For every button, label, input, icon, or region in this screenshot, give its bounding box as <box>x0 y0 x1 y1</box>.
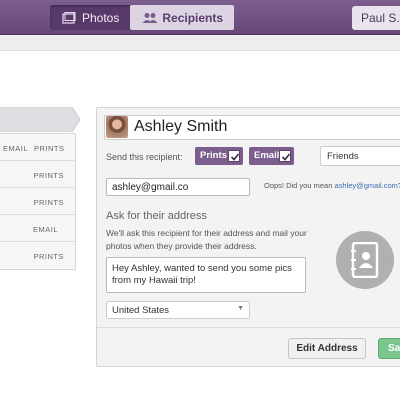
top-nav-bar: Photos Recipients Paul S. <box>0 0 400 35</box>
prints-checkbox[interactable] <box>228 150 240 162</box>
list-item-email: EMAIL <box>32 225 58 234</box>
prints-option-label: Prints <box>200 150 227 161</box>
list-item-prints: PRINTS <box>33 198 64 207</box>
list-item[interactable]: PRINTS <box>0 242 75 269</box>
tab-recipients[interactable]: Recipients <box>130 5 235 30</box>
save-button[interactable]: Save <box>378 338 400 359</box>
list-item-prints: PRINTS <box>34 144 65 153</box>
email-suggestion-text: Oops! Did you mean <box>264 181 335 190</box>
sub-toolbar <box>0 35 400 51</box>
list-item-prints: PRINTS <box>33 252 64 261</box>
email-option-label: Email <box>254 150 280 161</box>
ask-address-description: We'll ask this recipient for their addre… <box>106 228 307 251</box>
list-item[interactable]: PRINTS <box>0 188 75 215</box>
recipient-list: EMAIL PRINTS PRINTS PRINTS EMAIL PRINTS <box>0 133 76 270</box>
email-option[interactable]: Email <box>249 147 294 165</box>
nav-tab-group: Photos Recipients <box>50 5 235 30</box>
card-footer-divider <box>97 327 400 328</box>
recipients-icon <box>142 12 158 24</box>
photos-icon <box>62 11 76 24</box>
list-item[interactable]: EMAIL <box>0 215 75 242</box>
recipient-name: Ashley Smith <box>134 118 228 135</box>
tab-photos-label: Photos <box>82 10 120 25</box>
list-item-prints: PRINTS <box>33 171 64 180</box>
country-select[interactable]: United States ▼ <box>106 301 250 319</box>
email-suggestion: Oops! Did you mean ashley@gmail.com? <box>264 181 400 190</box>
prints-option[interactable]: Prints <box>195 147 243 165</box>
ask-address-heading: Ask for their address <box>106 210 207 222</box>
user-menu-button[interactable]: Paul S. <box>352 6 400 30</box>
address-book-icon <box>336 231 394 289</box>
email-field[interactable]: ashley@gmail.co <box>106 178 250 196</box>
message-textarea[interactable]: Hey Ashley, wanted to send you some pics… <box>106 257 306 293</box>
list-item[interactable]: EMAIL PRINTS <box>0 134 75 161</box>
email-checkbox[interactable] <box>279 150 291 162</box>
country-value: United States <box>112 305 170 316</box>
tab-recipients-label: Recipients <box>162 10 224 25</box>
email-suggestion-link[interactable]: ashley@gmail.com <box>334 181 397 190</box>
selected-list-header <box>0 107 80 132</box>
group-select[interactable]: Friends <box>320 146 400 166</box>
tab-photos[interactable]: Photos <box>50 5 130 30</box>
list-item-email: EMAIL <box>3 144 29 153</box>
edit-address-button[interactable]: Edit Address <box>288 338 366 359</box>
chevron-down-icon: ▼ <box>237 305 244 312</box>
avatar <box>106 116 128 138</box>
list-item[interactable]: PRINTS <box>0 161 75 188</box>
send-options-label: Send this recipient: <box>106 152 183 162</box>
